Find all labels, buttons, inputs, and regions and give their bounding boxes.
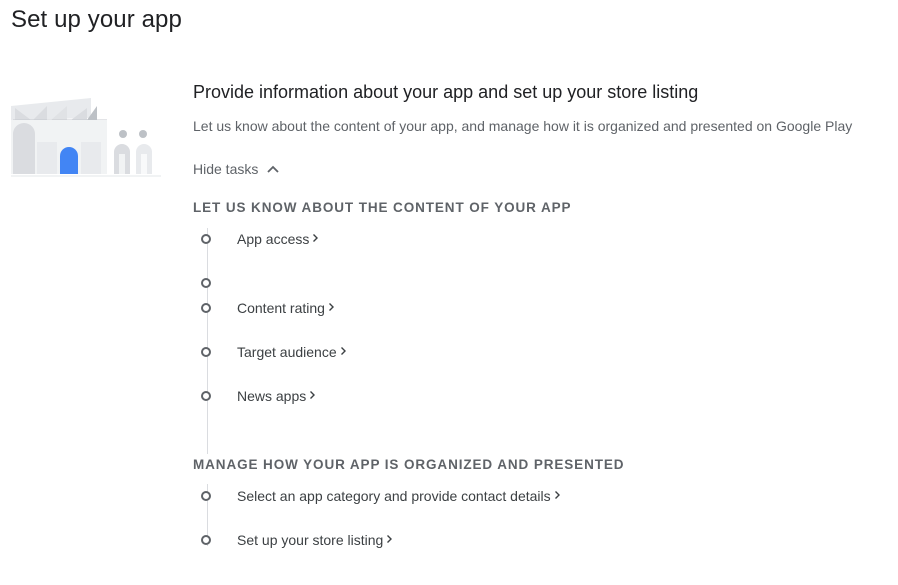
task-label: Set up your store listing xyxy=(237,532,384,548)
task-app-category[interactable]: Select an app category and provide conta… xyxy=(201,486,561,506)
task-content-rating[interactable]: Content rating xyxy=(201,298,335,318)
task-store-listing[interactable]: Set up your store listing xyxy=(201,530,393,550)
group-title-store-listing: MANAGE HOW YOUR APP IS ORGANIZED AND PRE… xyxy=(193,457,625,472)
chevron-right-icon xyxy=(340,343,347,361)
task-label: Select an app category and provide conta… xyxy=(237,488,551,504)
task-app-access[interactable]: App access xyxy=(201,229,319,249)
circle-outline-icon xyxy=(201,234,211,244)
task-label: News apps xyxy=(237,388,307,404)
section-heading: Provide information about your app and s… xyxy=(193,82,699,102)
hide-tasks-toggle[interactable]: Hide tasks xyxy=(193,161,280,177)
circle-outline-icon xyxy=(201,278,211,288)
chevron-up-icon xyxy=(266,164,280,174)
circle-outline-icon xyxy=(201,535,211,545)
group-title-content: LET US KNOW ABOUT THE CONTENT OF YOUR AP… xyxy=(193,200,572,215)
task-label: Target audience xyxy=(237,344,337,360)
task-label: Content rating xyxy=(237,300,325,316)
chevron-right-icon xyxy=(312,230,319,248)
chevron-right-icon xyxy=(309,387,316,405)
store-building-illustration xyxy=(11,98,161,177)
circle-outline-icon xyxy=(201,391,211,401)
chevron-right-icon xyxy=(328,299,335,317)
circle-outline-icon xyxy=(201,303,211,313)
task-news-apps[interactable]: News apps xyxy=(201,386,316,406)
task-label: App access xyxy=(237,231,310,247)
setup-illustration xyxy=(11,96,163,180)
chevron-right-icon xyxy=(554,487,561,505)
task-target-audience[interactable]: Target audience xyxy=(201,342,347,362)
page-title: Set up your app xyxy=(11,6,182,33)
timeline-line-content xyxy=(207,228,208,454)
section-description: Let us know about the content of your ap… xyxy=(193,118,853,134)
task-unnamed[interactable] xyxy=(201,273,237,293)
chevron-right-icon xyxy=(386,531,393,549)
circle-outline-icon xyxy=(201,347,211,357)
circle-outline-icon xyxy=(201,491,211,501)
hide-tasks-label: Hide tasks xyxy=(193,161,259,177)
